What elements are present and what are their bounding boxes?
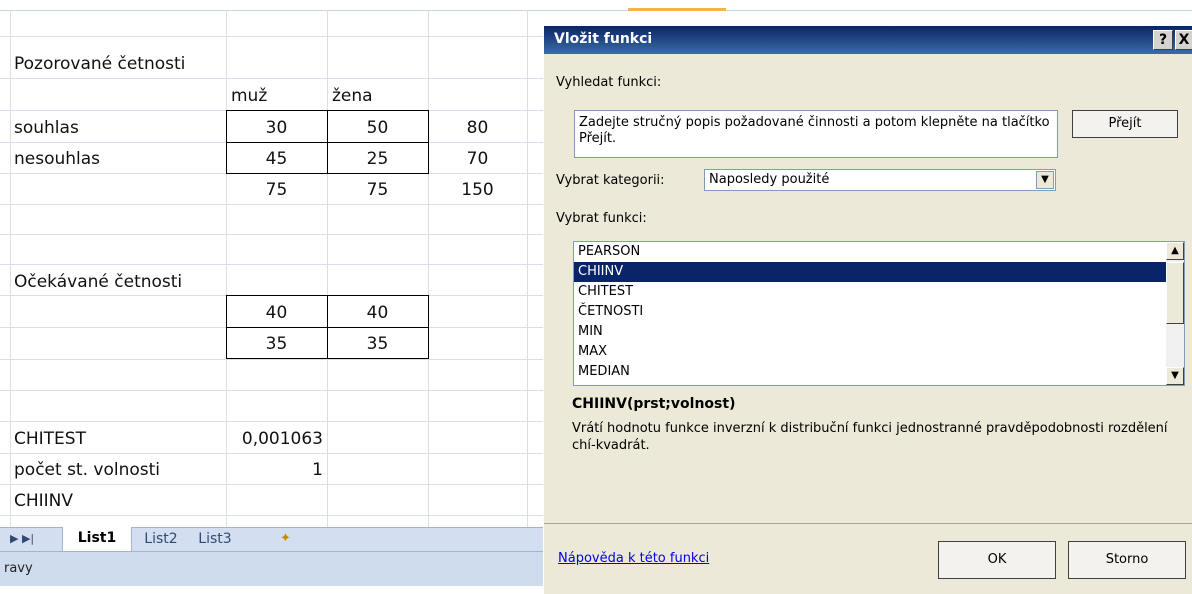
cancel-button[interactable]: Storno bbox=[1068, 541, 1186, 579]
column-header-bar bbox=[0, 0, 1192, 11]
function-list[interactable]: PEARSON CHIINV CHITEST ČETNOSTI MIN MAX … bbox=[573, 241, 1185, 386]
selected-column-indicator bbox=[628, 8, 726, 11]
chevron-down-icon[interactable]: ▼ bbox=[1036, 171, 1054, 189]
cell-value[interactable]: 40 bbox=[327, 303, 428, 323]
gridline bbox=[0, 264, 548, 265]
col-header-muz[interactable]: muž bbox=[231, 86, 267, 106]
cell-value[interactable]: 70 bbox=[428, 149, 527, 169]
list-scrollbar[interactable]: ▲ ▼ bbox=[1166, 242, 1184, 385]
gridline bbox=[0, 78, 548, 79]
gridline bbox=[10, 10, 11, 530]
cell-value[interactable]: 35 bbox=[327, 334, 428, 354]
chiinv-label[interactable]: CHIINV bbox=[14, 491, 73, 511]
cell-value[interactable]: 50 bbox=[327, 118, 428, 138]
gridline bbox=[327, 10, 328, 530]
category-select[interactable]: Naposledy použité ▼ bbox=[704, 169, 1056, 191]
cell-value[interactable]: 35 bbox=[226, 334, 327, 354]
gridline bbox=[0, 515, 548, 516]
category-value: Naposledy použité bbox=[709, 172, 830, 187]
insert-function-dialog: Vložit funkci ? X Vyhledat funkci: Zadej… bbox=[544, 26, 1192, 594]
go-button[interactable]: Přejít bbox=[1072, 110, 1178, 138]
list-item[interactable]: CHIINV bbox=[574, 262, 1184, 282]
function-label: Vybrat funkci: bbox=[556, 211, 647, 226]
chitest-label[interactable]: CHITEST bbox=[14, 429, 86, 449]
gridline bbox=[0, 421, 548, 422]
status-bar: ravy bbox=[0, 551, 548, 586]
function-signature: CHIINV(prst;volnost) bbox=[572, 396, 736, 412]
list-item[interactable]: ČETNOSTI bbox=[574, 302, 1184, 322]
tab-list3[interactable]: List3 bbox=[190, 528, 240, 550]
ok-button[interactable]: OK bbox=[938, 541, 1056, 579]
search-function-input[interactable]: Zadejte stručný popis požadované činnost… bbox=[574, 110, 1058, 158]
gridline bbox=[428, 10, 429, 530]
sheet-tab-bar: ▶ ▶| List1 List2 List3 ✦ bbox=[0, 527, 548, 552]
list-item[interactable]: PEARSON bbox=[574, 242, 1184, 262]
search-label: Vyhledat funkci: bbox=[556, 75, 662, 90]
expected-title[interactable]: Očekávané četnosti bbox=[14, 272, 182, 292]
cell-value[interactable]: 25 bbox=[327, 149, 428, 169]
help-link[interactable]: Nápověda k této funkci bbox=[558, 551, 709, 566]
cell-value[interactable]: 40 bbox=[226, 303, 327, 323]
tab-scroll-arrows-icon[interactable]: ▶ ▶| bbox=[10, 528, 34, 550]
observed-title[interactable]: Pozorované četnosti bbox=[14, 54, 185, 74]
tab-list2[interactable]: List2 bbox=[136, 528, 186, 550]
category-label: Vybrat kategorii: bbox=[556, 173, 665, 188]
help-button[interactable]: ? bbox=[1153, 30, 1173, 50]
gridline bbox=[0, 204, 548, 205]
cell-value[interactable]: 45 bbox=[226, 149, 327, 169]
df-label[interactable]: počet st. volnosti bbox=[14, 460, 160, 480]
cell-value[interactable]: 80 bbox=[428, 118, 527, 138]
tab-list1[interactable]: List1 bbox=[62, 527, 132, 552]
scroll-down-icon[interactable]: ▼ bbox=[1166, 367, 1184, 385]
gridline bbox=[0, 36, 548, 37]
status-text: ravy bbox=[4, 561, 33, 576]
gridline bbox=[0, 359, 548, 360]
list-item[interactable]: MIN bbox=[574, 322, 1184, 342]
insert-sheet-icon[interactable]: ✦ bbox=[280, 528, 291, 550]
gridline bbox=[527, 10, 528, 530]
chitest-value[interactable]: 0,001063 bbox=[226, 429, 323, 449]
divider bbox=[544, 523, 1192, 524]
close-button[interactable]: X bbox=[1175, 30, 1192, 50]
list-item[interactable]: CHITEST bbox=[574, 282, 1184, 302]
gridline bbox=[226, 10, 227, 530]
gridline bbox=[0, 453, 548, 454]
cell-value[interactable]: 30 bbox=[226, 118, 327, 138]
list-item[interactable]: MAX bbox=[574, 342, 1184, 362]
df-value[interactable]: 1 bbox=[226, 460, 323, 480]
gridline bbox=[0, 234, 548, 235]
gridline bbox=[0, 484, 548, 485]
list-item[interactable]: MEDIAN bbox=[574, 362, 1184, 382]
scroll-thumb[interactable] bbox=[1166, 262, 1184, 324]
row-label-souhlas[interactable]: souhlas bbox=[14, 118, 79, 138]
dialog-titlebar[interactable]: Vložit funkci ? X bbox=[544, 26, 1192, 54]
dialog-title: Vložit funkci bbox=[554, 31, 653, 47]
gridline bbox=[0, 390, 548, 391]
col-header-zena[interactable]: žena bbox=[332, 86, 373, 106]
function-description: Vrátí hodnotu funkce inverzní k distribu… bbox=[572, 421, 1168, 453]
row-label-nesouhlas[interactable]: nesouhlas bbox=[14, 149, 100, 169]
scroll-up-icon[interactable]: ▲ bbox=[1166, 242, 1184, 260]
cell-value[interactable]: 75 bbox=[327, 180, 428, 200]
cell-value[interactable]: 75 bbox=[226, 180, 327, 200]
cell-value[interactable]: 150 bbox=[428, 180, 527, 200]
